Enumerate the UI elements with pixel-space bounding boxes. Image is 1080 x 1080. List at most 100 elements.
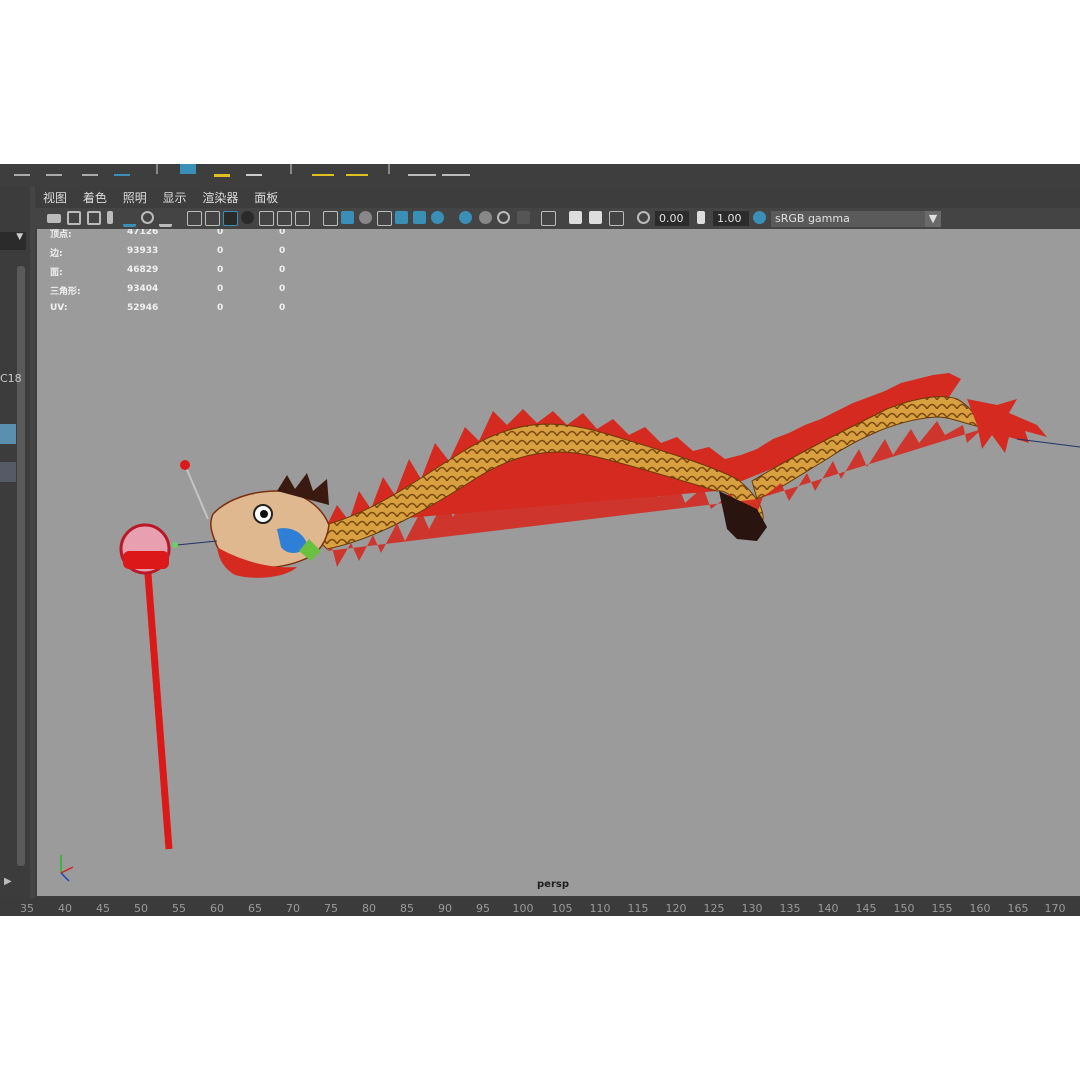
left-side-panel: ▼ C18 ▶ bbox=[0, 186, 30, 898]
time-tick: 170 bbox=[1044, 902, 1066, 915]
snap-icon[interactable] bbox=[180, 164, 196, 174]
exposure-field[interactable]: 0.00 bbox=[655, 211, 689, 226]
resolution-gate-icon[interactable] bbox=[223, 211, 238, 226]
flat-shade-icon[interactable] bbox=[359, 211, 372, 224]
dragon-pupil bbox=[260, 510, 268, 518]
ambient-occlusion-icon[interactable] bbox=[459, 211, 472, 224]
time-tick: 160 bbox=[969, 902, 991, 915]
time-tick: 155 bbox=[931, 902, 953, 915]
menu-panels[interactable]: 面板 bbox=[254, 188, 278, 208]
menu-show[interactable]: 显示 bbox=[163, 188, 187, 208]
time-tick: 80 bbox=[362, 902, 376, 915]
shelf-divider bbox=[290, 164, 292, 174]
bookmark-icon[interactable] bbox=[87, 211, 101, 225]
time-tick: 120 bbox=[665, 902, 687, 915]
safe-action-icon[interactable] bbox=[277, 211, 292, 226]
menu-renderer[interactable]: 渲染器 bbox=[202, 188, 238, 208]
time-tick: 95 bbox=[476, 902, 490, 915]
time-tick: 145 bbox=[855, 902, 877, 915]
time-tick: 60 bbox=[210, 902, 224, 915]
field-chart-icon[interactable] bbox=[259, 211, 274, 226]
xray-active-icon[interactable] bbox=[589, 211, 602, 224]
gate-mask-icon[interactable] bbox=[241, 211, 254, 224]
pole-shaft bbox=[143, 560, 173, 850]
polygon-icon[interactable] bbox=[14, 164, 30, 176]
2d-pan-zoom-icon[interactable] bbox=[141, 211, 154, 224]
time-tick: 110 bbox=[589, 902, 611, 915]
time-tick: 105 bbox=[551, 902, 573, 915]
menu-lighting[interactable]: 照明 bbox=[123, 188, 147, 208]
shadows-icon[interactable] bbox=[431, 211, 444, 224]
time-tick: 55 bbox=[172, 902, 186, 915]
time-tick: 125 bbox=[703, 902, 725, 915]
grid-icon[interactable] bbox=[408, 164, 436, 176]
isolate-select-icon[interactable] bbox=[541, 211, 556, 226]
bounding-box-icon[interactable] bbox=[377, 211, 392, 226]
panel-tab[interactable] bbox=[0, 462, 16, 482]
plane-icon[interactable] bbox=[114, 164, 130, 176]
time-tick: 90 bbox=[438, 902, 452, 915]
smooth-shade-icon[interactable] bbox=[341, 211, 354, 224]
motion-blur-icon[interactable] bbox=[479, 211, 492, 224]
view-panel: 视图 着色 照明 显示 渲染器 面板 0.00 1.00 sRGB gamma … bbox=[35, 186, 1080, 898]
panel-scrollbar[interactable] bbox=[17, 266, 25, 866]
panel-dropdown[interactable]: ▼ bbox=[0, 232, 26, 250]
panel-tab-active[interactable] bbox=[0, 424, 16, 444]
image-plane-icon[interactable] bbox=[107, 211, 113, 224]
panel-toolbar: 0.00 1.00 sRGB gamma ▼ bbox=[35, 208, 1080, 229]
wireframe-icon[interactable] bbox=[323, 211, 338, 226]
cube-icon[interactable] bbox=[46, 164, 62, 176]
transform-handle-line bbox=[1016, 438, 1080, 448]
transform-handle-line bbox=[176, 540, 218, 546]
delete-icon[interactable] bbox=[246, 164, 262, 176]
maya-window: ▼ C18 ▶ 视图 着色 照明 显示 渲染器 面板 0.00 1.00 sRG… bbox=[0, 164, 1080, 916]
film-gate-icon[interactable] bbox=[205, 211, 220, 226]
menu-shading[interactable]: 着色 bbox=[83, 188, 107, 208]
xray-icon[interactable] bbox=[569, 211, 582, 224]
sphere-icon[interactable] bbox=[82, 164, 98, 176]
anti-aliasing-icon[interactable] bbox=[497, 211, 510, 224]
view-transform-icon[interactable] bbox=[753, 211, 766, 224]
export-icon[interactable] bbox=[346, 164, 368, 176]
dragon-model[interactable] bbox=[180, 373, 1047, 578]
exposure-icon[interactable] bbox=[637, 211, 650, 224]
import-icon[interactable] bbox=[312, 164, 334, 176]
shelf-divider bbox=[156, 164, 158, 174]
time-slider[interactable]: 35 40 45 50 55 60 65 70 75 80 85 90 95 1… bbox=[0, 898, 1080, 916]
time-tick: 100 bbox=[512, 902, 534, 915]
gamma-field[interactable]: 1.00 bbox=[713, 211, 749, 226]
textured-icon[interactable] bbox=[395, 211, 408, 224]
safe-title-icon[interactable] bbox=[295, 211, 310, 226]
move-icon[interactable] bbox=[214, 164, 230, 177]
time-tick: 40 bbox=[58, 902, 72, 915]
grid-toggle-icon[interactable] bbox=[187, 211, 202, 226]
shelf-bar bbox=[0, 164, 1080, 186]
menu-view[interactable]: 视图 bbox=[43, 188, 67, 208]
time-tick: 70 bbox=[286, 902, 300, 915]
time-tick: 85 bbox=[400, 902, 414, 915]
expand-arrow-icon[interactable]: ▶ bbox=[4, 876, 12, 887]
pearl-cup bbox=[123, 551, 169, 569]
camera-icon[interactable] bbox=[47, 214, 61, 223]
time-tick: 135 bbox=[779, 902, 801, 915]
camera-attributes-icon[interactable] bbox=[67, 211, 81, 225]
color-space-dropdown[interactable]: sRGB gamma bbox=[771, 211, 925, 227]
gamma-icon[interactable] bbox=[697, 211, 705, 224]
lights-icon[interactable] bbox=[413, 211, 426, 224]
grease-pencil-icon[interactable] bbox=[123, 211, 136, 227]
brush-icon[interactable] bbox=[159, 211, 172, 227]
pivot-handle[interactable] bbox=[172, 542, 178, 548]
pearl-pole-model[interactable] bbox=[119, 523, 173, 850]
depth-of-field-icon[interactable] bbox=[517, 211, 530, 224]
time-tick: 150 bbox=[893, 902, 915, 915]
dragon-tail bbox=[967, 399, 1047, 453]
chevron-down-icon[interactable]: ▼ bbox=[925, 211, 941, 227]
xray-joints-icon[interactable] bbox=[609, 211, 624, 226]
grid-icon[interactable] bbox=[442, 164, 470, 176]
time-tick: 35 bbox=[20, 902, 34, 915]
axis-gizmo bbox=[60, 855, 74, 882]
3d-viewport[interactable]: 顶点: 47126 0 0 边: 93933 0 0 面: 46829 0 0 bbox=[37, 229, 1080, 896]
dragon-scene bbox=[60, 373, 1080, 882]
time-tick: 75 bbox=[324, 902, 338, 915]
shelf-divider bbox=[388, 164, 390, 174]
